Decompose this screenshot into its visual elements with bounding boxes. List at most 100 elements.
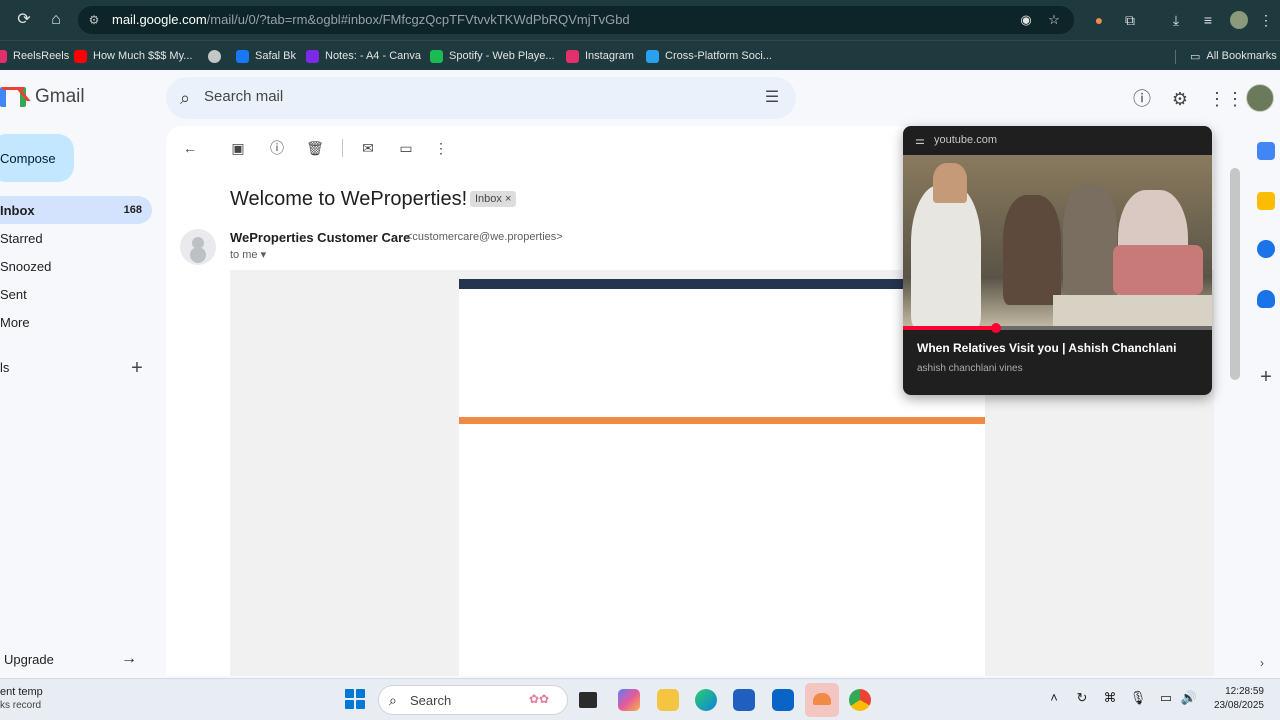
search-bar: ⌕ ☰ — [166, 77, 796, 119]
scrollbar[interactable] — [1230, 168, 1240, 380]
settings-gear-icon[interactable]: ⚙ — [1169, 88, 1191, 110]
store-icon[interactable] — [733, 689, 755, 711]
download-icon[interactable]: ⤓ — [1166, 10, 1186, 30]
delete-icon[interactable]: 🗑 — [305, 138, 325, 158]
video-progress-handle[interactable] — [990, 323, 1001, 333]
mark-unread-icon[interactable]: ✉ — [358, 138, 378, 158]
network-icon[interactable]: ⌘ — [1101, 690, 1119, 706]
copilot-icon[interactable] — [618, 689, 640, 711]
buffer-icon — [646, 49, 659, 63]
url-text[interactable]: mail.google.com/mail/u/0/?tab=rm&ogbl#in… — [112, 12, 630, 27]
compose-button[interactable]: Compose — [0, 134, 74, 182]
browser-profile-avatar[interactable] — [1230, 11, 1248, 29]
bookmark-item[interactable]: Cross-Platform Soci... — [646, 47, 772, 65]
taskbar-widget-line2[interactable]: ks record — [0, 700, 41, 711]
outlook-icon[interactable] — [772, 689, 794, 711]
video-title[interactable]: When Relatives Visit you | Ashish Chanch… — [917, 341, 1176, 355]
facebook-icon — [236, 49, 249, 63]
apps-grid-icon[interactable]: ⋮⋮⋮ — [1208, 88, 1262, 110]
sync-icon[interactable]: ↻ — [1073, 690, 1091, 706]
folder-icon: ▭ — [1190, 50, 1201, 63]
display-icon[interactable]: ▭ — [1157, 690, 1175, 706]
email-accent-bar — [459, 417, 985, 424]
site-info-icon[interactable]: ⚙ — [86, 12, 102, 28]
bookmark-item[interactable]: Instagram — [566, 47, 634, 65]
sidebar-item-label: Snoozed — [0, 258, 52, 274]
chrome-icon[interactable] — [849, 689, 871, 711]
sidebar-item-starred[interactable]: Starred — [0, 224, 152, 252]
browser-toolbar: ⟳ ⌂ ⚙ mail.google.com/mail/u/0/?tab=rm&o… — [0, 0, 1280, 40]
report-spam-icon[interactable]: ⓘ — [267, 138, 287, 158]
lens-icon[interactable]: ◉ — [1018, 12, 1034, 28]
sidebar-item-more[interactable]: More — [0, 308, 152, 336]
volume-icon[interactable]: 🔊 — [1180, 690, 1198, 706]
sidebar-item-sent[interactable]: Sent — [0, 280, 152, 308]
media-control-icon[interactable]: ≡ — [1198, 10, 1218, 30]
edge-icon[interactable] — [695, 689, 717, 711]
chevron-right-icon[interactable]: › — [1260, 656, 1264, 670]
youtube-hover-card[interactable]: ⚌ youtube.com When Relatives Visit you |… — [903, 126, 1212, 395]
video-progress-fill — [903, 326, 996, 330]
tasks-icon[interactable] — [1257, 240, 1275, 258]
task-view-icon[interactable] — [579, 692, 597, 708]
all-bookmarks-button[interactable]: ▭ All Bookmarks — [1190, 47, 1277, 65]
bookmark-star-icon[interactable]: ☆ — [1046, 12, 1062, 28]
labels-heading: ls — [0, 360, 10, 375]
tray-chevron-icon[interactable]: ˄ — [1045, 690, 1063, 705]
search-input[interactable] — [204, 88, 744, 105]
taskbar-widget-line1[interactable]: ent temp — [0, 686, 43, 698]
account-avatar[interactable] — [1246, 84, 1274, 112]
microphone-icon[interactable]: 🎙 — [1129, 690, 1147, 706]
windows-taskbar: ent temp ks record ⌕ Search ✿✿ ˄ ↻ ⌘ 🎙 ▭… — [0, 678, 1280, 720]
windows-start-icon[interactable] — [345, 689, 365, 709]
bookmark-item[interactable]: How Much $$$ My... — [74, 47, 192, 65]
archive-icon[interactable]: ▣ — [228, 138, 248, 158]
search-highlight-icon: ✿✿ — [529, 692, 550, 706]
yt-host: youtube.com — [934, 134, 997, 146]
home-icon[interactable]: ⌂ — [46, 10, 66, 30]
upgrade-link[interactable]: Upgrade — [4, 652, 54, 667]
bookmark-item[interactable] — [208, 47, 227, 65]
video-thumbnail[interactable] — [903, 155, 1212, 330]
arrow-right-icon[interactable]: → — [121, 650, 137, 668]
help-icon[interactable]: ⓘ — [1131, 88, 1153, 110]
file-explorer-icon[interactable] — [657, 689, 679, 711]
extension-icon[interactable]: ● — [1089, 10, 1109, 30]
get-addons-icon[interactable]: + — [1257, 366, 1275, 389]
keep-icon[interactable] — [1257, 192, 1275, 210]
globe-icon — [208, 49, 221, 63]
bookmark-divider — [1175, 50, 1176, 64]
sidebar-item-inbox[interactable]: Inbox 168 — [0, 196, 152, 224]
search-options-icon[interactable]: ☰ — [762, 88, 782, 108]
bookmark-item[interactable]: Spotify - Web Playe... — [430, 47, 555, 65]
browser-menu-icon[interactable]: ⋮ — [1256, 10, 1276, 30]
sender-avatar — [180, 229, 216, 265]
canva-icon — [306, 49, 319, 63]
reload-icon[interactable]: ⟳ — [14, 10, 34, 30]
instagram-icon — [566, 49, 579, 63]
back-arrow-icon[interactable]: ← — [180, 138, 200, 158]
gmail-logo[interactable]: Gmail — [0, 86, 85, 108]
contacts-icon[interactable] — [1257, 290, 1275, 308]
move-to-icon[interactable]: ▭ — [396, 138, 416, 158]
sidebar-item-snoozed[interactable]: Snoozed — [0, 252, 152, 280]
taskbar-search[interactable]: ⌕ Search ✿✿ — [378, 685, 568, 715]
search-icon[interactable]: ⌕ — [180, 88, 200, 108]
instagram-icon — [0, 49, 7, 63]
more-options-icon[interactable]: ⋮ — [431, 138, 451, 158]
system-clock[interactable]: 12:28:59 23/08/2025 — [1209, 685, 1264, 713]
extensions-puzzle-icon[interactable]: ⧉ — [1120, 10, 1140, 30]
tune-icon: ⚌ — [915, 135, 925, 147]
bookmark-item[interactable]: ReelsReels — [0, 47, 69, 65]
bookmark-item[interactable]: Safal Bk — [236, 47, 296, 65]
sidebar-item-label: Inbox — [0, 202, 35, 218]
inbox-label-chip[interactable]: Inbox × — [470, 191, 517, 207]
address-bar[interactable]: ⚙ mail.google.com/mail/u/0/?tab=rm&ogbl#… — [78, 6, 1074, 34]
search-icon: ⌕ — [389, 692, 397, 708]
add-label-icon[interactable]: + — [128, 358, 146, 378]
calendar-icon[interactable] — [1257, 142, 1275, 160]
toolbar-divider — [342, 139, 343, 157]
bookmark-item[interactable]: Notes: - A4 - Canva — [306, 47, 421, 65]
recipient-details[interactable]: to me ▾ — [230, 248, 266, 261]
active-app-bg[interactable] — [805, 683, 839, 717]
